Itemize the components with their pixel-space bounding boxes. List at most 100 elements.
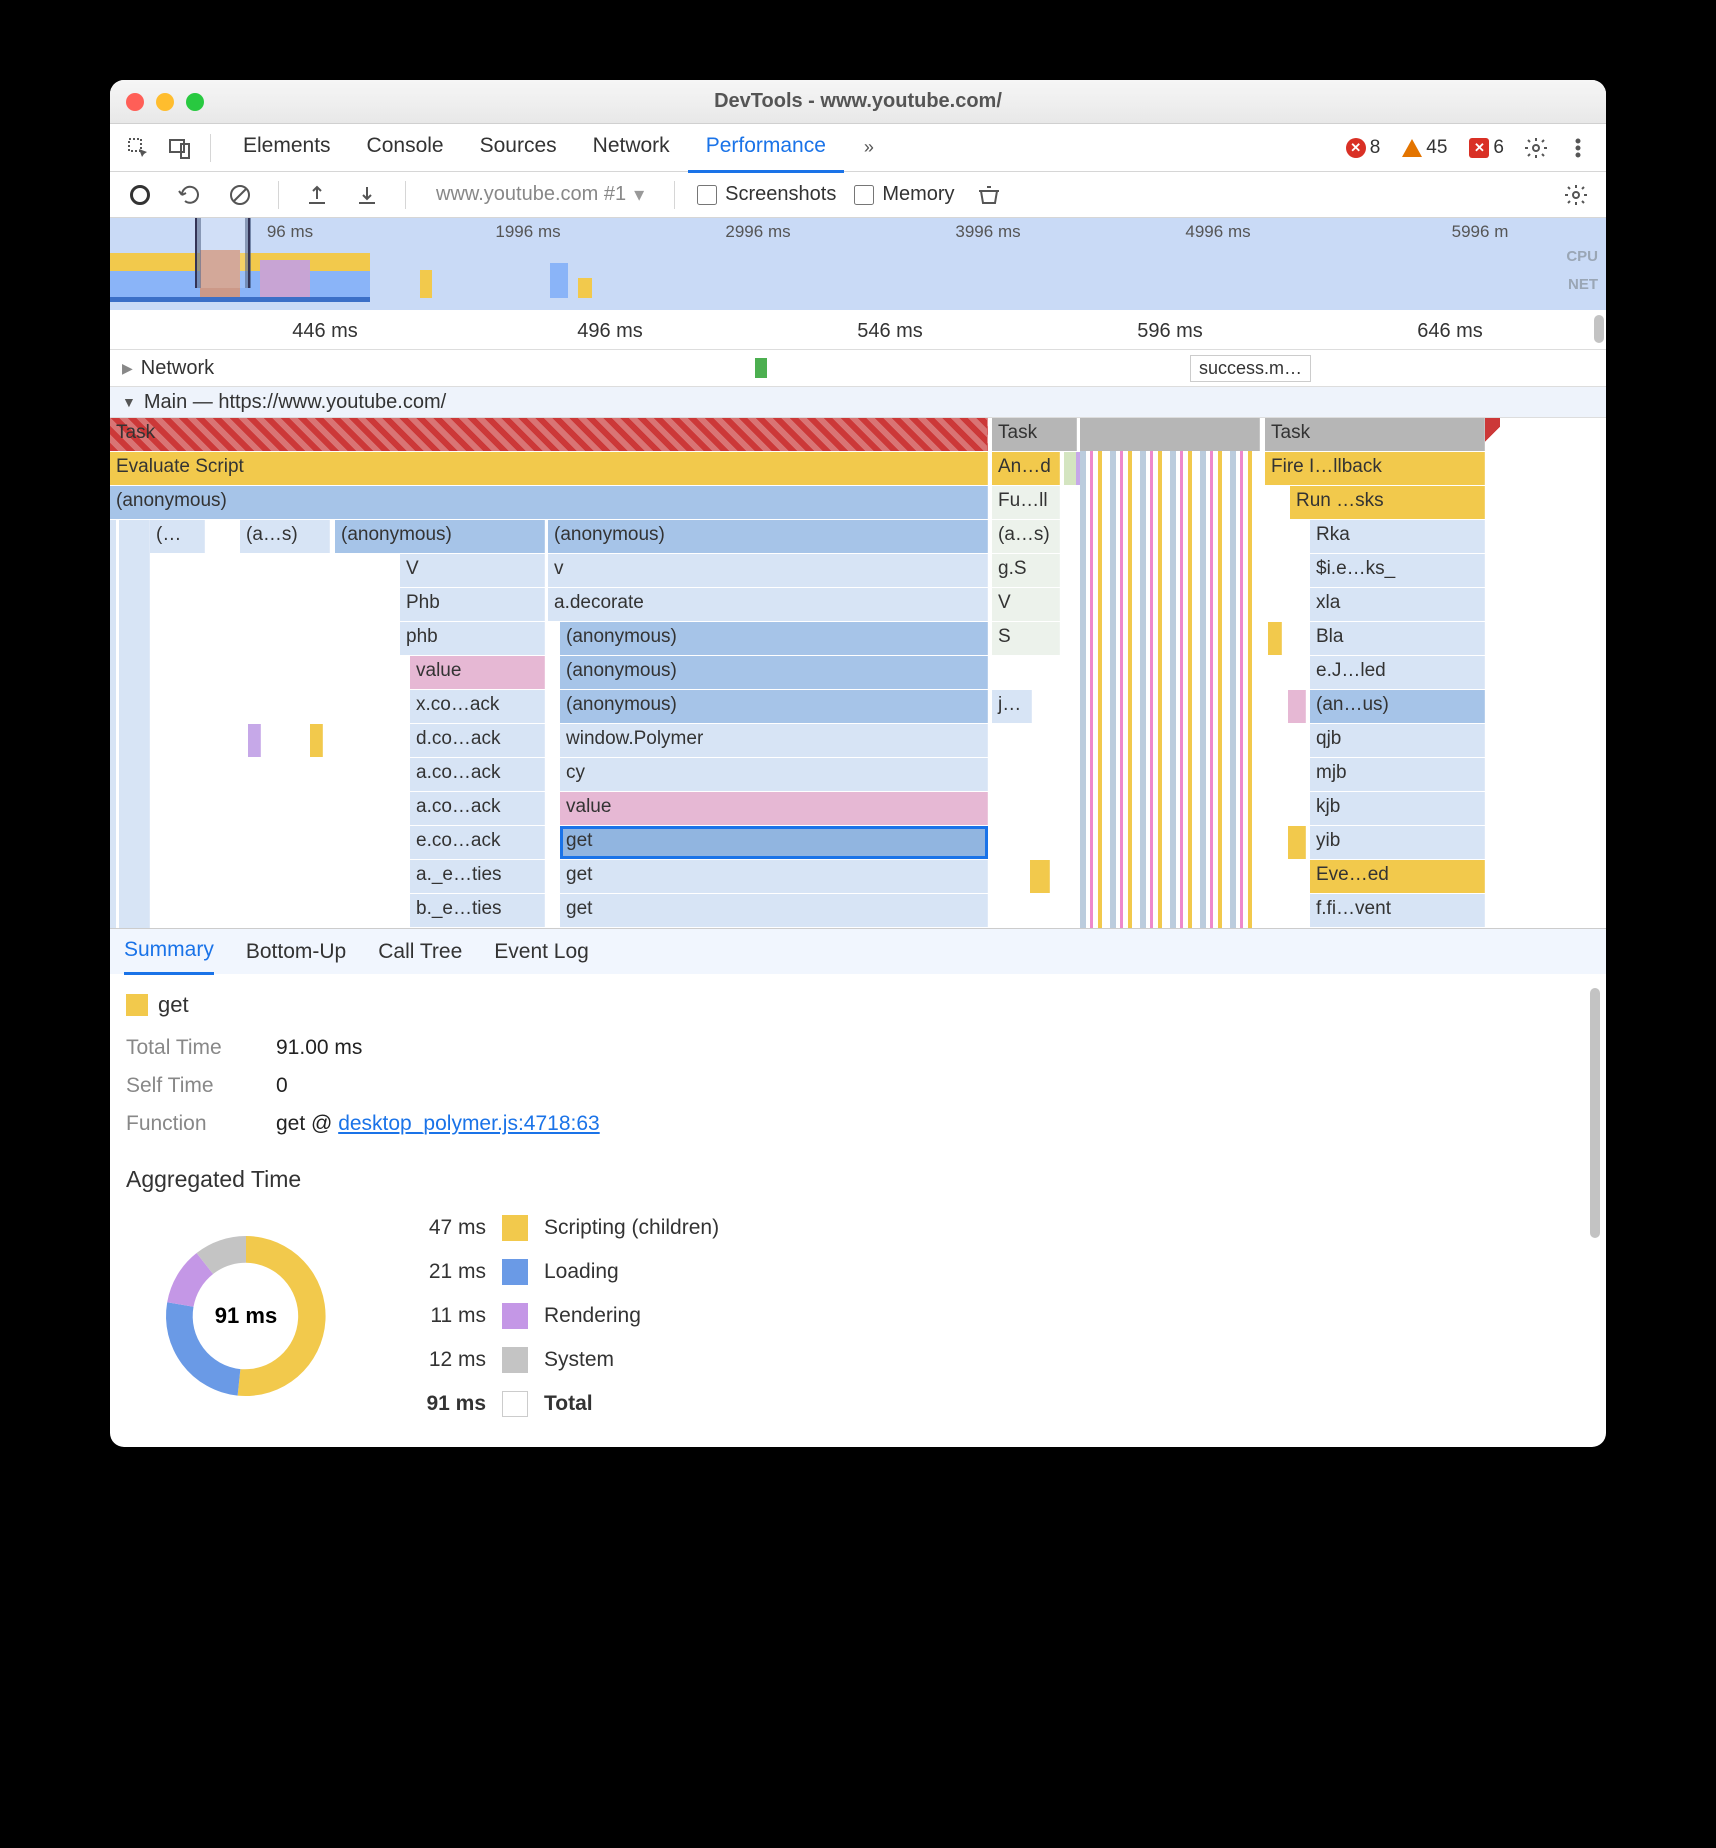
inspect-icon[interactable] — [122, 132, 154, 164]
flame-cell[interactable]: yib — [1310, 826, 1485, 859]
tab-network[interactable]: Network — [575, 122, 688, 173]
flame-cell[interactable]: An…d — [992, 452, 1060, 485]
flame-task-region[interactable] — [1080, 418, 1260, 451]
flame-cell[interactable]: get — [560, 860, 988, 893]
tab-console[interactable]: Console — [349, 122, 462, 173]
function-source-link[interactable]: desktop_polymer.js:4718:63 — [338, 1112, 600, 1135]
kebab-icon[interactable] — [1562, 132, 1594, 164]
flame-ruler[interactable]: 446 ms 496 ms 546 ms 596 ms 646 ms — [110, 310, 1606, 350]
flame-cell[interactable]: Eve…ed — [1310, 860, 1485, 893]
flame-cell[interactable]: $i.e…ks_ — [1310, 554, 1485, 587]
flame-cell[interactable]: S — [992, 622, 1060, 655]
screenshots-checkbox-input[interactable] — [697, 185, 717, 205]
flame-cell[interactable]: Run …sks — [1290, 486, 1485, 519]
flame-cell[interactable]: a._e…ties — [410, 860, 545, 893]
recording-select[interactable]: www.youtube.com #1 ▾ — [428, 178, 652, 211]
flame-cell[interactable]: xla — [1310, 588, 1485, 621]
expand-icon[interactable]: ▶ — [122, 360, 133, 377]
devtools-window: DevTools - www.youtube.com/ Elements Con… — [110, 80, 1606, 1447]
issues-badge[interactable]: ✕6 — [1469, 137, 1504, 159]
flame-chart[interactable]: Task Evaluate Script (anonymous) (… (a…s… — [110, 418, 1606, 928]
tab-summary[interactable]: Summary — [124, 928, 214, 975]
capture-settings-icon[interactable] — [1560, 179, 1592, 211]
flame-task[interactable]: Task — [992, 418, 1077, 451]
overview-tick: 96 ms — [267, 222, 313, 242]
flame-cell[interactable]: (an…us) — [1310, 690, 1485, 723]
flame-cell[interactable]: value — [560, 792, 988, 825]
flame-cell[interactable]: f.fi…vent — [1310, 894, 1485, 927]
flame-cell[interactable]: Bla — [1310, 622, 1485, 655]
download-icon[interactable] — [351, 179, 383, 211]
flame-cell[interactable]: V — [992, 588, 1060, 621]
flame-cell[interactable]: mjb — [1310, 758, 1485, 791]
screenshots-checkbox[interactable]: Screenshots — [697, 183, 836, 206]
flame-evaluate-script[interactable]: Evaluate Script — [110, 452, 988, 485]
scrollbar[interactable] — [1594, 315, 1604, 343]
tab-elements[interactable]: Elements — [225, 122, 349, 173]
network-entry[interactable]: success.m… — [1190, 355, 1311, 382]
tab-bottom-up[interactable]: Bottom-Up — [246, 930, 346, 974]
tab-performance[interactable]: Performance — [688, 122, 844, 173]
flame-cell-selected[interactable]: get — [560, 826, 988, 859]
tab-sources[interactable]: Sources — [462, 122, 575, 173]
flame-cell[interactable]: x.co…ack — [410, 690, 545, 723]
flame-cell[interactable]: e.J…led — [1310, 656, 1485, 689]
more-tabs-icon[interactable]: » — [854, 137, 884, 158]
function-prefix: get @ — [276, 1112, 338, 1135]
flame-cell[interactable]: (a…s) — [240, 520, 330, 553]
flame-cell[interactable]: kjb — [1310, 792, 1485, 825]
flame-cell[interactable]: qjb — [1310, 724, 1485, 757]
scrollbar[interactable] — [1590, 988, 1600, 1238]
garbage-collect-icon[interactable] — [973, 179, 1005, 211]
flame-cell[interactable]: (a…s) — [992, 520, 1060, 553]
flame-cell[interactable]: value — [410, 656, 545, 689]
flame-cell[interactable]: j… — [992, 690, 1032, 723]
settings-icon[interactable] — [1520, 132, 1552, 164]
collapse-icon[interactable]: ▼ — [122, 394, 136, 410]
memory-checkbox-input[interactable] — [854, 185, 874, 205]
upload-icon[interactable] — [301, 179, 333, 211]
flame-dense-region[interactable] — [1080, 418, 1260, 928]
flame-cell[interactable]: Rka — [1310, 520, 1485, 553]
flame-cell[interactable]: (anonymous) — [560, 656, 988, 689]
flame-cell[interactable]: g.S — [992, 554, 1060, 587]
main-track-header[interactable]: ▼ Main — https://www.youtube.com/ — [110, 386, 1606, 418]
flame-cell[interactable]: (anonymous) — [560, 622, 988, 655]
reload-button[interactable] — [174, 179, 206, 211]
legend-row: 11 msRendering — [406, 1303, 719, 1329]
flame-cell[interactable]: window.Polymer — [560, 724, 988, 757]
device-toggle-icon[interactable] — [164, 132, 196, 164]
flame-cell[interactable]: e.co…ack — [410, 826, 545, 859]
flame-cell[interactable]: (anonymous) — [548, 520, 988, 553]
flame-cell[interactable]: cy — [560, 758, 988, 791]
overview-timeline[interactable]: 96 ms 1996 ms 2996 ms 3996 ms 4996 ms 59… — [110, 218, 1606, 310]
flame-cell[interactable]: phb — [400, 622, 545, 655]
network-track-header[interactable]: ▶ Network success.m… — [110, 350, 1606, 386]
detail-tabs: Summary Bottom-Up Call Tree Event Log — [110, 928, 1606, 974]
flame-cell[interactable]: Fu…ll — [992, 486, 1060, 519]
tab-event-log[interactable]: Event Log — [494, 930, 589, 974]
flame-cell[interactable]: get — [560, 894, 988, 927]
flame-cell[interactable]: a.co…ack — [410, 792, 545, 825]
clear-button[interactable] — [224, 179, 256, 211]
flame-cell[interactable]: Fire I…llback — [1265, 452, 1485, 485]
warning-badge[interactable]: 45 — [1402, 137, 1447, 159]
flame-cell[interactable]: d.co…ack — [410, 724, 545, 757]
flame-cell[interactable]: a.decorate — [548, 588, 988, 621]
flame-cell[interactable]: a.co…ack — [410, 758, 545, 791]
error-badge[interactable]: ✕8 — [1346, 137, 1381, 159]
flame-cell[interactable]: (… — [150, 520, 205, 553]
flame-cell[interactable]: b._e…ties — [410, 894, 545, 927]
flame-cell[interactable]: v — [548, 554, 988, 587]
tab-call-tree[interactable]: Call Tree — [378, 930, 462, 974]
record-button[interactable] — [124, 179, 156, 211]
flame-task[interactable]: Task — [110, 418, 988, 451]
flame-anonymous[interactable]: (anonymous) — [110, 486, 988, 519]
flame-cell[interactable]: (anonymous) — [335, 520, 545, 553]
memory-checkbox[interactable]: Memory — [854, 183, 954, 206]
flame-cell[interactable]: Phb — [400, 588, 545, 621]
flame-task[interactable]: Task — [1265, 418, 1485, 451]
flame-cell[interactable]: (anonymous) — [560, 690, 988, 723]
flame-cell[interactable]: V — [400, 554, 545, 587]
network-slice[interactable] — [755, 358, 767, 378]
